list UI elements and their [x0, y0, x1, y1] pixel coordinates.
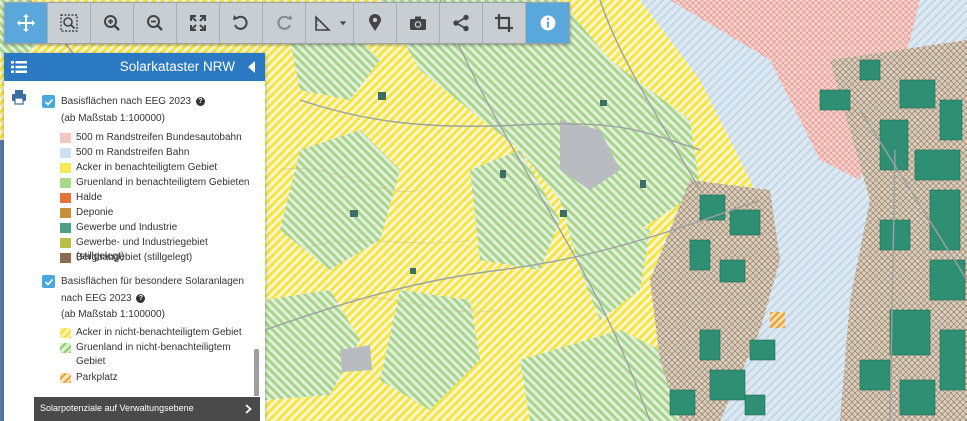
- legend-swatch: [60, 178, 71, 188]
- legend-label: Acker in benachteiligtem Gebiet: [76, 162, 218, 173]
- undo-button[interactable]: [220, 3, 263, 43]
- measure-button[interactable]: [306, 3, 354, 43]
- share-icon: [453, 14, 469, 32]
- full-extent-button[interactable]: [177, 3, 220, 43]
- zoom-in-button[interactable]: [91, 3, 134, 43]
- zoom-in-icon: [104, 15, 120, 31]
- group1-title: Basisflächen nach EEG 2023: [61, 96, 192, 107]
- legend-label: Halde: [76, 192, 103, 203]
- panel-scrollbar[interactable]: [254, 349, 259, 396]
- legend-swatch: [60, 193, 71, 203]
- undo-icon: [233, 15, 248, 30]
- camera-icon: [410, 16, 426, 30]
- legend-label: Gewerbe und Industrie: [76, 222, 178, 233]
- footer-label: Solarpotenziale auf Verwaltungsebene: [40, 403, 194, 413]
- check-icon: [44, 278, 53, 286]
- group-besondere-solaranlagen: Basisflächen für besondere Solaranlagen …: [42, 275, 251, 306]
- group2-checkbox[interactable]: [42, 275, 55, 288]
- group1-scale-note: (ab Maßstab 1:100000): [61, 113, 165, 124]
- panel-side-strip: [4, 81, 34, 421]
- legend-label: 500 m Randstreifen Bahn: [76, 147, 190, 158]
- legend-swatch: [60, 328, 71, 338]
- legend-item: 500 m Randstreifen Bahn: [60, 146, 256, 160]
- chevron-right-icon: [245, 404, 252, 414]
- legend-label: Gruenland in nicht-benachteiligtem Gebie…: [76, 342, 231, 367]
- legend-swatch: [60, 208, 71, 218]
- legend-swatch: [60, 238, 71, 248]
- legend-swatch: [60, 343, 71, 353]
- legend-swatch: [60, 148, 71, 158]
- legend-item: Bergbaugebiet (stillgelegt): [60, 251, 256, 265]
- help-icon[interactable]: ?: [136, 294, 146, 303]
- expand-icon: [190, 15, 206, 31]
- legend-label: Bergbaugebiet (stillgelegt): [76, 252, 193, 263]
- redo-button[interactable]: [263, 3, 306, 43]
- group2-title-line1: Basisflächen für besondere Solaranlagen: [61, 276, 244, 287]
- screenshot-button[interactable]: [397, 3, 440, 43]
- help-icon[interactable]: ?: [195, 97, 205, 106]
- group2-title-line2: nach EEG 2023: [61, 293, 132, 304]
- legend-item: Acker in nicht-benachteiligtem Gebiet: [60, 326, 256, 340]
- print-icon[interactable]: [11, 89, 27, 105]
- collapse-panel-icon[interactable]: [248, 61, 256, 73]
- legend-label: Acker in nicht-benachteiligtem Gebiet: [76, 327, 242, 338]
- measure-icon: [314, 15, 331, 31]
- panel-header: Solarkataster NRW: [4, 53, 265, 81]
- group1-checkbox[interactable]: [42, 95, 55, 108]
- panel-title: Solarkataster NRW: [119, 59, 235, 74]
- map-toolbar: [4, 2, 570, 44]
- legend-item: Deponie: [60, 206, 256, 220]
- legend-swatch: [60, 163, 71, 173]
- verwaltungsebene-link[interactable]: Solarpotenziale auf Verwaltungsebene: [34, 397, 260, 421]
- info-icon: [540, 15, 555, 31]
- legend-item: Gruenland in benachteiligtem Gebieten: [60, 176, 256, 190]
- legend-content: Basisflächen nach EEG 2023 ? (ab Maßstab…: [34, 81, 260, 396]
- pan-button[interactable]: [5, 3, 48, 43]
- list-icon[interactable]: [11, 59, 27, 75]
- legend-item: Gewerbe und Industrie: [60, 221, 256, 235]
- redo-icon: [277, 15, 292, 30]
- legend-label: Parkplatz: [76, 372, 118, 383]
- legend-item: Acker in benachteiligtem Gebiet: [60, 161, 256, 175]
- legend-label: Deponie: [76, 207, 114, 218]
- marker-button[interactable]: [354, 3, 397, 43]
- zoom-out-button[interactable]: [134, 3, 177, 43]
- chevron-down-icon: [339, 21, 346, 26]
- move-icon: [17, 14, 35, 32]
- legend-swatch: [60, 373, 71, 383]
- group-basisflaechen: Basisflächen nach EEG 2023 ?: [42, 95, 205, 109]
- zoom-out-icon: [147, 15, 163, 31]
- crop-icon: [495, 14, 513, 32]
- crop-button[interactable]: [483, 3, 526, 43]
- legend-swatch: [60, 223, 71, 233]
- legend-label: Gruenland in benachteiligtem Gebieten: [76, 177, 250, 188]
- legend-swatch: [60, 253, 71, 263]
- legend-item: Gruenland in nicht-benachteiligtem Gebie…: [60, 341, 256, 369]
- legend-item: Halde: [60, 191, 256, 205]
- share-button[interactable]: [440, 3, 483, 43]
- legend-item: Parkplatz: [60, 371, 256, 385]
- legend-label: 500 m Randstreifen Bundesautobahn: [76, 132, 242, 143]
- layer-panel: Solarkataster NRW Basisflächen nach EEG …: [4, 53, 265, 421]
- legend-swatch: [60, 133, 71, 143]
- zoom-box-button[interactable]: [48, 3, 91, 43]
- group2-scale-note: (ab Maßstab 1:100000): [61, 309, 165, 320]
- legend-item: 500 m Randstreifen Bundesautobahn: [60, 131, 256, 145]
- check-icon: [44, 98, 53, 106]
- zoom-box-icon: [60, 14, 78, 32]
- info-button[interactable]: [526, 3, 569, 43]
- marker-icon: [369, 14, 381, 31]
